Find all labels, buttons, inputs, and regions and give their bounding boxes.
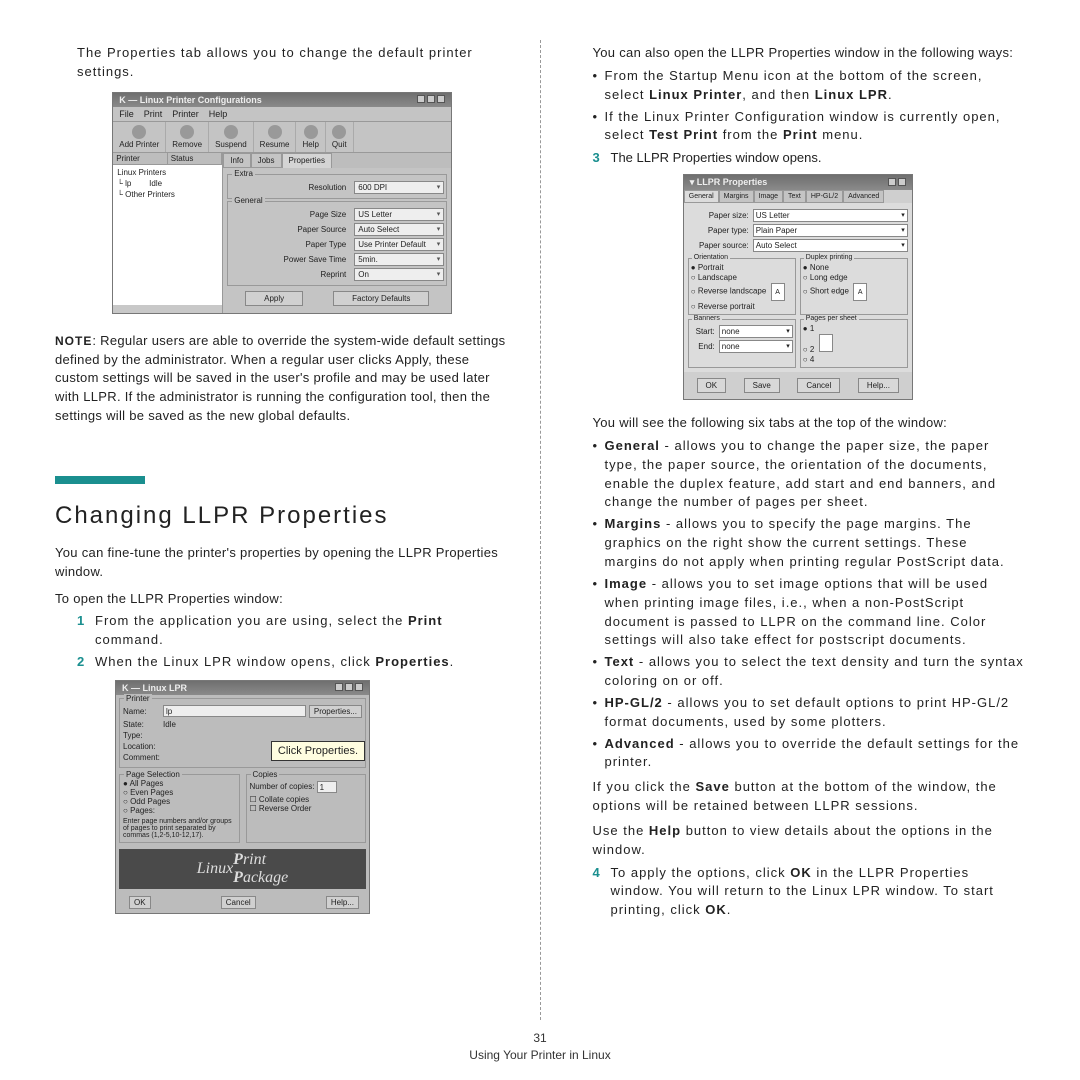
step-1: From the application you are using, sele… — [95, 612, 510, 650]
tab-advanced-desc: Advanced - allows you to override the de… — [593, 735, 1026, 773]
bullet-testprint: If the Linux Printer Configuration windo… — [593, 108, 1026, 146]
help-button[interactable]: Help... — [326, 896, 359, 909]
fig-linux-printer-config: K — Linux Printer Configurations FilePri… — [112, 92, 452, 314]
page-footer: 31 Using Your Printer in Linux — [0, 1031, 1080, 1062]
cancel-button[interactable]: Cancel — [221, 896, 256, 909]
tab-image-desc: Image - allows you to set image options … — [593, 575, 1026, 650]
tab-hpgl2-desc: HP-GL/2 - allows you to set default opti… — [593, 694, 1026, 732]
toolbar: Add Printer Remove Suspend Resume Help Q… — [113, 122, 451, 153]
cancel-button[interactable]: Cancel — [797, 378, 840, 393]
help-note: Use the Help button to view details abou… — [593, 822, 1026, 860]
bullet-startup: From the Startup Menu icon at the bottom… — [593, 67, 1026, 105]
fig-linux-lpr: Click Properties. K — Linux LPR Printer … — [115, 680, 370, 914]
callout-click-properties: Click Properties. — [271, 741, 365, 761]
section-heading: Changing LLPR Properties — [55, 502, 510, 530]
column-divider — [540, 40, 541, 1020]
step-3: The LLPR Properties window opens. — [611, 149, 1026, 168]
tabs-intro: You will see the following six tabs at t… — [593, 414, 1026, 433]
properties-button[interactable]: Properties... — [309, 705, 362, 718]
apply-button[interactable]: Apply — [245, 291, 303, 306]
step-4: To apply the options, click OK in the LL… — [611, 864, 1026, 921]
brand-banner: Linux PrintPackage — [119, 849, 366, 889]
save-note: If you click the Save button at the bott… — [593, 778, 1026, 816]
menubar: FilePrintPrinterHelp — [113, 107, 451, 122]
intro-left: The Properties tab allows you to change … — [77, 44, 510, 82]
tab-general-desc: General - allows you to change the paper… — [593, 437, 1026, 512]
ok-button[interactable]: OK — [697, 378, 727, 393]
right-intro: You can also open the LLPR Properties wi… — [593, 44, 1026, 63]
window-titlebar: K — Linux Printer Configurations — [113, 93, 451, 107]
para-finetune: You can fine-tune the printer's properti… — [55, 544, 510, 582]
help-button[interactable]: Help... — [858, 378, 899, 393]
ok-button[interactable]: OK — [129, 896, 151, 909]
save-button[interactable]: Save — [744, 378, 780, 393]
printer-list: Linux Printers └ lp Idle └ Other Printer… — [113, 165, 222, 305]
step-2: When the Linux LPR window opens, click P… — [95, 653, 510, 672]
fig-llpr-properties: ▾ LLPR Properties General Margins Image … — [683, 174, 913, 400]
factory-defaults-button[interactable]: Factory Defaults — [333, 291, 429, 306]
para-toopen: To open the LLPR Properties window: — [55, 590, 510, 609]
note-text: NOTE: Regular users are able to override… — [55, 332, 510, 426]
section-rule — [55, 476, 510, 484]
tab-margins-desc: Margins - allows you to specify the page… — [593, 515, 1026, 572]
tab-text-desc: Text - allows you to select the text den… — [593, 653, 1026, 691]
